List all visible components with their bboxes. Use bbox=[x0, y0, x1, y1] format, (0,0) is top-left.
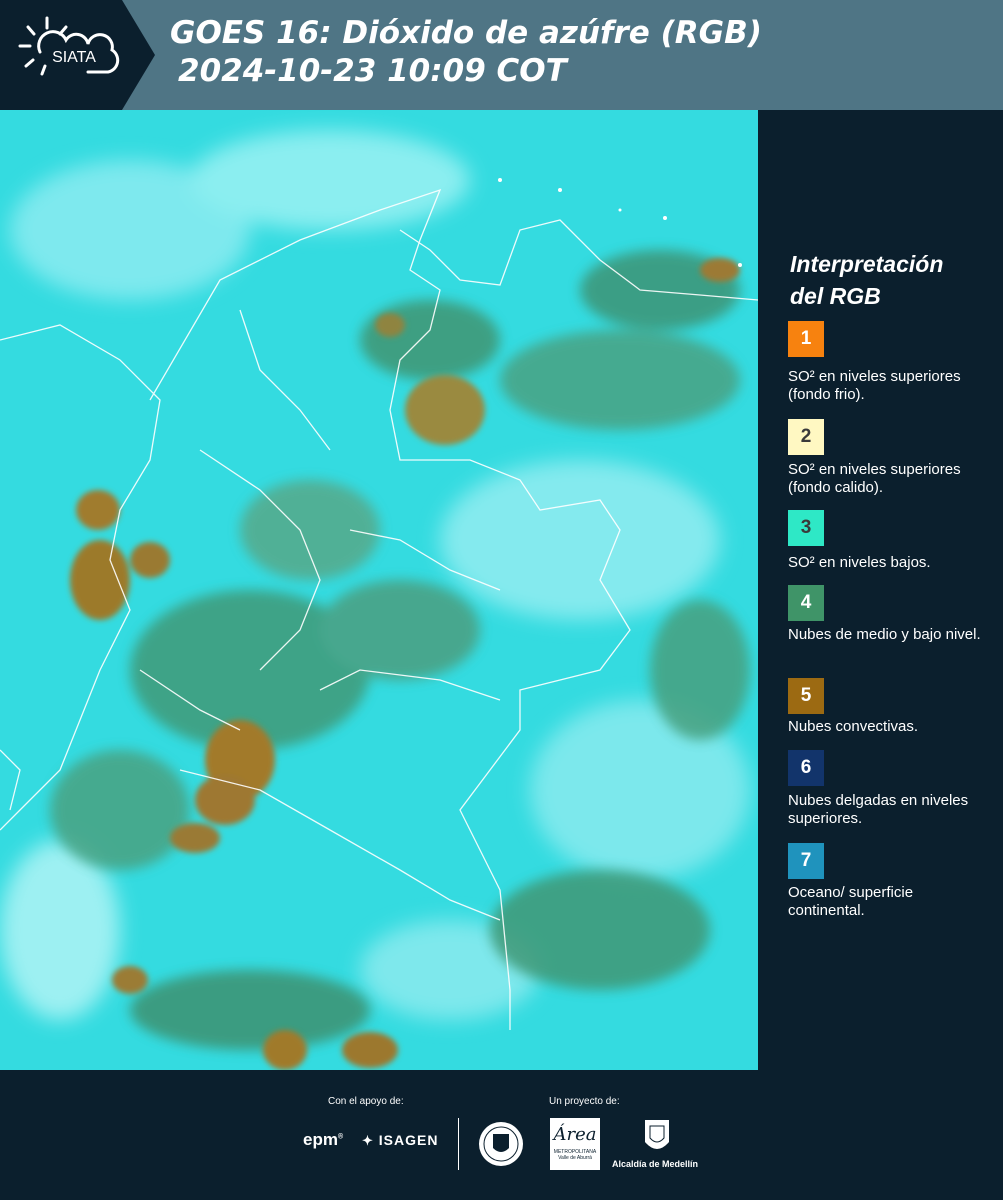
medellin-seal-icon bbox=[479, 1122, 523, 1166]
project-label: Un proyecto de: bbox=[549, 1096, 620, 1107]
epm-logo: epm® bbox=[303, 1130, 344, 1149]
support-label: Con el apoyo de: bbox=[328, 1096, 404, 1107]
legend-desc-2: SO² en niveles superiores (fondo calido)… bbox=[788, 461, 961, 496]
title-product: GOES 16: Dióxido de azúfre (RGB) bbox=[170, 15, 762, 51]
area-logo-line2: Valle de Aburrá bbox=[558, 1155, 592, 1161]
siata-logo-block: SIATA bbox=[0, 0, 155, 110]
footer-divider bbox=[458, 1118, 459, 1170]
legend-swatch-7: 7 bbox=[788, 843, 824, 879]
legend-panel: Interpretación del RGB 1 SO² en niveles s… bbox=[758, 110, 1003, 1070]
legend-swatch-3: 3 bbox=[788, 510, 824, 546]
header: SIATA GOES 16: Dióxido de azúfre (RGB) 2… bbox=[0, 0, 1003, 110]
legend-swatch-4: 4 bbox=[788, 585, 824, 621]
legend-desc-7: Oceano/ superficie continental. bbox=[788, 884, 914, 919]
siata-logo-text: SIATA bbox=[52, 49, 96, 66]
epm-logo-text: epm bbox=[303, 1130, 338, 1149]
legend-title-line2: del RGB bbox=[790, 283, 881, 309]
area-metropolitana-logo: Área METROPOLITANA Valle de Aburrá bbox=[550, 1118, 600, 1170]
alcaldia-medellin-text: Alcaldía de Medellín bbox=[612, 1159, 699, 1169]
satellite-image[interactable] bbox=[0, 110, 758, 1070]
legend-swatch-2: 2 bbox=[788, 419, 824, 455]
page-title: GOES 16: Dióxido de azúfre (RGB) 2024-10… bbox=[170, 14, 762, 90]
legend-swatch-5: 5 bbox=[788, 678, 824, 714]
footer: Con el apoyo de: Un proyecto de: epm® ✦ … bbox=[0, 1070, 1003, 1200]
legend-swatch-6: 6 bbox=[788, 750, 824, 786]
legend-desc-3: SO² en niveles bajos. bbox=[788, 554, 931, 571]
legend-desc-1: SO² en niveles superiores (fondo frio). bbox=[788, 368, 961, 403]
legend-desc-6: Nubes delgadas en niveles superiores. bbox=[788, 792, 969, 827]
isagen-logo-text: ISAGEN bbox=[378, 1132, 439, 1148]
isagen-logo: ✦ ISAGEN bbox=[362, 1132, 438, 1149]
title-timestamp: 2024-10-23 10:09 COT bbox=[178, 53, 567, 89]
legend-desc-4: Nubes de medio y bajo nivel. bbox=[788, 626, 981, 643]
alcaldia-shield-icon bbox=[645, 1120, 669, 1149]
isagen-mark-icon: ✦ bbox=[362, 1133, 374, 1148]
legend-swatch-1: 1 bbox=[788, 321, 824, 357]
legend-title-line1: Interpretación bbox=[790, 251, 944, 277]
area-logo-glyph: Área bbox=[553, 1124, 597, 1145]
satellite-map-svg bbox=[0, 110, 758, 1070]
legend-title: Interpretación del RGB bbox=[790, 248, 943, 312]
legend-desc-5: Nubes convectivas. bbox=[788, 718, 919, 735]
